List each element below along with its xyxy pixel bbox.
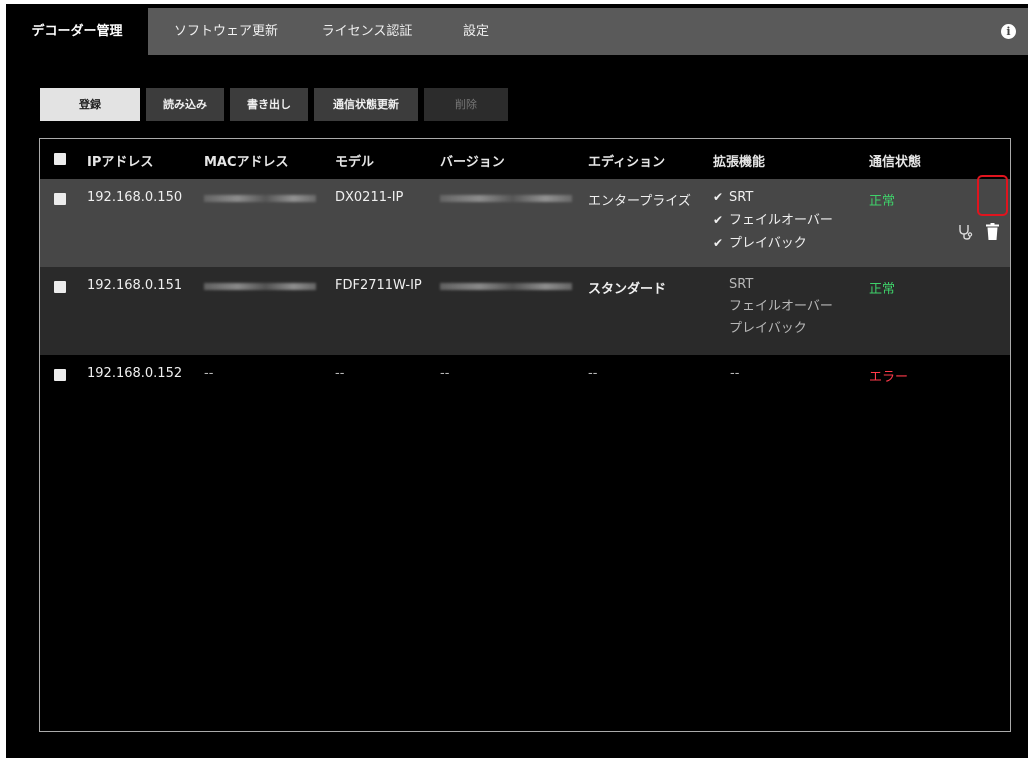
status-badge: エラー	[869, 370, 909, 385]
export-button[interactable]: 書き出し	[230, 88, 308, 121]
info-icon[interactable]: i	[1001, 24, 1016, 39]
table-row[interactable]: 192.168.0.152 -- -- -- -- -- エラー	[40, 355, 1010, 443]
select-all-checkbox[interactable]	[54, 153, 66, 165]
ip-address: 192.168.0.150	[87, 190, 183, 205]
table-row[interactable]: 192.168.0.150 DX0211-IP エンタープライズ ✔ SRT ✔ フ…	[40, 179, 1010, 267]
app-window: デコーダー管理 ソフトウェア更新 ライセンス認証 設定 i 登録 読み込み 書き…	[6, 4, 1028, 758]
status-badge: 正常	[869, 194, 896, 209]
ip-address: 192.168.0.151	[87, 278, 183, 293]
row-checkbox[interactable]	[54, 369, 66, 381]
edition: スタンダード	[588, 282, 667, 297]
check-icon: ✔	[713, 213, 724, 227]
trash-icon[interactable]	[986, 223, 999, 240]
model: --	[335, 366, 345, 381]
extension-srt: SRT	[729, 277, 754, 292]
extension-playback: プレイバック	[729, 236, 807, 251]
tab-decoder-management[interactable]: デコーダー管理	[6, 8, 148, 55]
tab-software-update[interactable]: ソフトウェア更新	[156, 8, 296, 55]
edition: エンタープライズ	[588, 194, 691, 209]
model: DX0211-IP	[335, 190, 404, 205]
edition: --	[588, 366, 598, 381]
version: --	[440, 366, 450, 381]
table-row[interactable]: 192.168.0.151 FDF2711W-IP スタンダード SRT フェイ…	[40, 267, 1010, 355]
delete-button: 削除	[424, 88, 508, 121]
stethoscope-icon[interactable]	[958, 224, 973, 240]
tab-bar: デコーダー管理 ソフトウェア更新 ライセンス認証 設定 i	[6, 8, 1028, 55]
row-checkbox[interactable]	[54, 193, 66, 205]
model: FDF2711W-IP	[335, 278, 422, 293]
mac-address-redacted	[204, 195, 316, 202]
header-extensions: 拡張機能	[713, 155, 766, 170]
status-badge: 正常	[869, 282, 896, 297]
extension-list: --	[730, 366, 740, 381]
extension-list: SRT フェイルオーバー プレイバック	[713, 274, 833, 340]
check-icon: ✔	[713, 236, 724, 250]
header-mac: MACアドレス	[204, 155, 289, 170]
delete-highlight	[977, 175, 1008, 216]
register-button[interactable]: 登録	[40, 88, 140, 121]
version-redacted	[440, 283, 572, 290]
decoder-table: IPアドレス MACアドレス モデル バージョン エディション 拡張機能 通信状…	[39, 138, 1011, 732]
extension-playback: プレイバック	[729, 321, 807, 336]
extension-failover: フェイルオーバー	[729, 213, 833, 228]
header-version: バージョン	[440, 155, 505, 170]
check-icon: ✔	[713, 190, 724, 204]
tab-settings[interactable]: 設定	[446, 8, 506, 55]
tab-license-activation[interactable]: ライセンス認証	[306, 8, 428, 55]
ip-address: 192.168.0.152	[87, 366, 183, 381]
header-ip: IPアドレス	[87, 155, 154, 170]
extension-srt: SRT	[729, 190, 754, 205]
header-status: 通信状態	[869, 155, 922, 170]
mac-address: --	[204, 366, 214, 381]
extension-list: ✔ SRT ✔ フェイルオーバー ✔ プレイバック	[713, 186, 833, 255]
import-button[interactable]: 読み込み	[146, 88, 224, 121]
row-checkbox[interactable]	[54, 281, 66, 293]
extension-failover: フェイルオーバー	[729, 299, 833, 314]
header-model: モデル	[335, 155, 375, 170]
refresh-status-button[interactable]: 通信状態更新	[314, 88, 418, 121]
version-redacted	[440, 195, 572, 202]
header-edition: エディション	[588, 155, 666, 170]
mac-address-redacted	[204, 283, 316, 290]
table-header: IPアドレス MACアドレス モデル バージョン エディション 拡張機能 通信状…	[40, 139, 1010, 179]
